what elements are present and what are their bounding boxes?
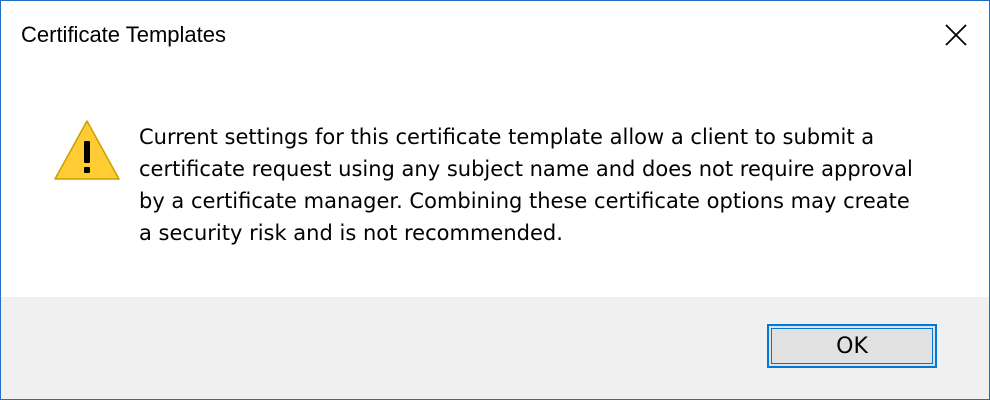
ok-button[interactable]: OK: [767, 324, 937, 368]
close-icon: [945, 24, 967, 46]
title-bar: Certificate Templates: [1, 1, 989, 71]
warning-message: Current settings for this certificate te…: [139, 125, 913, 245]
close-button[interactable]: [936, 17, 976, 53]
ok-button-label: OK: [836, 333, 868, 359]
dialog-title: Certificate Templates: [21, 22, 227, 47]
message-area: Current settings for this certificate te…: [1, 71, 989, 297]
certificate-templates-dialog: Certificate Templates Current settings f…: [0, 0, 990, 400]
button-bar: OK: [1, 297, 989, 399]
warning-icon: [54, 120, 120, 180]
